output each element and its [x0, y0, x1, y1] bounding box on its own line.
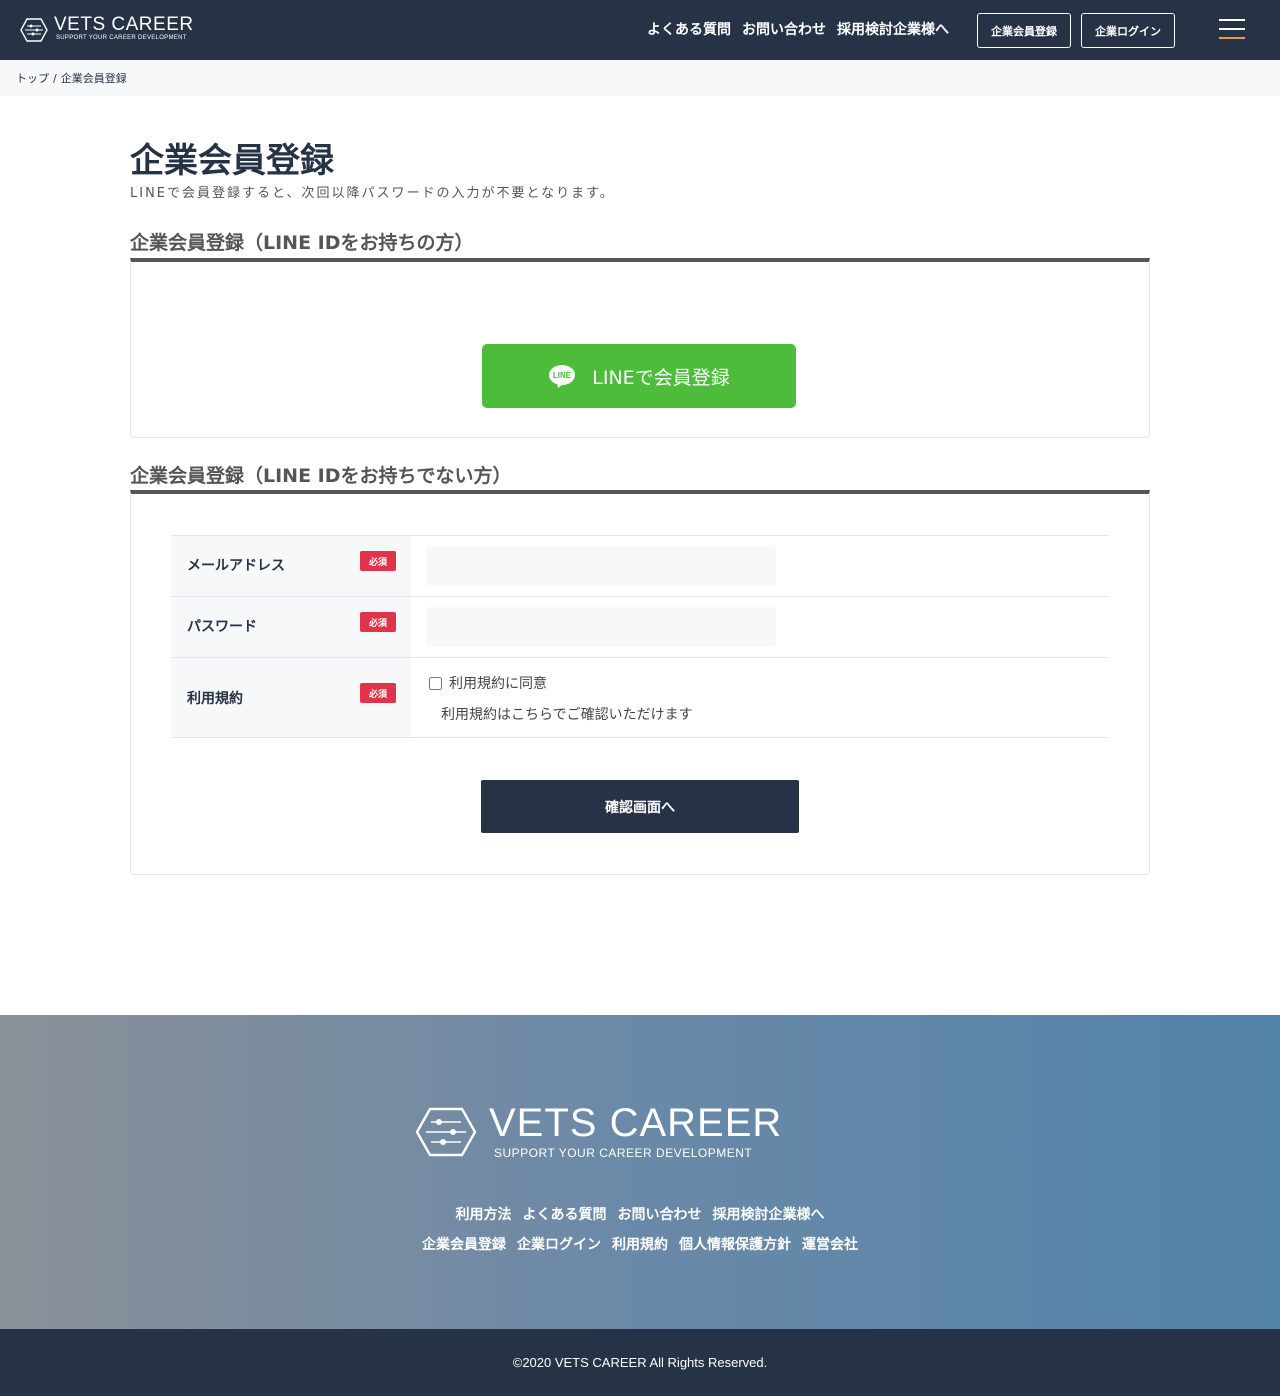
breadcrumb-current: 企業会員登録 — [60, 72, 127, 85]
password-input[interactable] — [426, 607, 776, 647]
hamburger-line — [1219, 37, 1245, 39]
copyright-bar: ©2020 VETS CAREER All Rights Reserved. — [0, 1329, 1280, 1396]
hamburger-line — [1219, 19, 1245, 21]
line-register-panel: LINE LINEで会員登録 — [130, 258, 1150, 438]
form-section-title: 企業会員登録（LINE IDをお持ちでない方） — [130, 465, 512, 487]
breadcrumb-home[interactable]: トップ — [16, 72, 49, 85]
password-label: パスワード — [187, 619, 257, 635]
footer-link-usage[interactable]: 利用方法 — [456, 1204, 512, 1224]
form-row-head: パスワード 必須 — [171, 597, 411, 657]
required-badge: 必須 — [360, 551, 396, 571]
terms-label: 利用規約 — [187, 691, 243, 707]
logo-subtitle: SUPPORT YOUR CAREER DEVELOPMENT — [56, 35, 187, 41]
footer-link-company[interactable]: 運営会社 — [802, 1234, 858, 1254]
hamburger-line — [1219, 28, 1245, 30]
email-label: メールアドレス — [187, 558, 285, 574]
header-logo[interactable]: VETS CAREER SUPPORT YOUR CAREER DEVELOPM… — [20, 14, 220, 44]
nav-for-companies[interactable]: 採用検討企業様へ — [837, 19, 949, 39]
terms-checkbox[interactable] — [429, 676, 442, 690]
page-lead: LINEで会員登録すると、次回以降パスワードの入力が不要となります。 — [130, 186, 615, 201]
logo-hexagon-icon — [20, 18, 48, 42]
page-title: 企業会員登録 — [130, 141, 334, 181]
form-row-email: メールアドレス 必須 — [171, 535, 1109, 596]
form-row-head: メールアドレス 必須 — [171, 536, 411, 596]
footer-link-login[interactable]: 企業ログイン — [517, 1234, 601, 1254]
terms-link[interactable]: 利用規約はこちらでご確認いただけます — [441, 704, 693, 724]
breadcrumb: トップ / 企業会員登録 — [0, 60, 1280, 96]
footer-logo-hexagon-icon — [415, 1107, 477, 1157]
footer-logo[interactable]: VETS CAREER SUPPORT YOUR CAREER DEVELOPM… — [415, 1101, 845, 1165]
footer-logo-title: VETS CAREER — [489, 1101, 783, 1145]
terms-agree[interactable]: 利用規約に同意 — [429, 673, 547, 693]
line-logo-icon: LINE — [548, 364, 576, 388]
footer-link-for-companies[interactable]: 採用検討企業様へ — [713, 1204, 825, 1224]
nav-contact[interactable]: お問い合わせ — [742, 19, 826, 39]
footer-nav-primary: 利用方法 よくある質問 お問い合わせ 採用検討企業様へ — [0, 1204, 1280, 1224]
site-header: VETS CAREER SUPPORT YOUR CAREER DEVELOPM… — [0, 0, 1280, 60]
top-nav: よくある質問 お問い合わせ 採用検討企業様へ — [647, 19, 949, 39]
breadcrumb-separator: / — [53, 72, 57, 85]
line-section-title: 企業会員登録（LINE IDをお持ちの方） — [130, 232, 474, 254]
header-login-button[interactable]: 企業ログイン — [1081, 13, 1175, 48]
copyright-text: ©2020 VETS CAREER All Rights Reserved. — [512, 1355, 768, 1370]
footer-link-contact[interactable]: お問い合わせ — [618, 1204, 702, 1224]
confirm-button[interactable]: 確認画面へ — [481, 780, 799, 833]
logo-title: VETS CAREER — [54, 14, 194, 35]
form-row-terms: 利用規約 必須 利用規約に同意 利用規約はこちらでご確認いただけます — [171, 657, 1109, 738]
footer-link-privacy[interactable]: 個人情報保護方針 — [679, 1234, 791, 1254]
line-register-label: LINEで会員登録 — [592, 366, 730, 389]
line-register-button[interactable]: LINE LINEで会員登録 — [482, 344, 796, 408]
footer-link-faq[interactable]: よくある質問 — [523, 1204, 607, 1224]
footer-nav-secondary: 企業会員登録 企業ログイン 利用規約 個人情報保護方針 運営会社 — [0, 1234, 1280, 1254]
footer-link-terms[interactable]: 利用規約 — [612, 1234, 668, 1254]
site-footer: VETS CAREER SUPPORT YOUR CAREER DEVELOPM… — [0, 1015, 1280, 1329]
required-badge: 必須 — [360, 683, 396, 703]
footer-logo-subtitle: SUPPORT YOUR CAREER DEVELOPMENT — [494, 1146, 753, 1160]
header-register-button[interactable]: 企業会員登録 — [977, 13, 1071, 48]
line-icon-text: LINE — [553, 371, 572, 380]
form-row-password: パスワード 必須 — [171, 596, 1109, 657]
form-row-head: 利用規約 必須 — [171, 658, 411, 737]
email-input[interactable] — [426, 546, 776, 586]
nav-faq[interactable]: よくある質問 — [647, 19, 731, 39]
footer-link-register[interactable]: 企業会員登録 — [422, 1234, 506, 1254]
email-register-panel: メールアドレス 必須 パスワード 必須 利用規約 必須 利用規約に同意 利用規約… — [130, 490, 1150, 875]
required-badge: 必須 — [360, 612, 396, 632]
terms-checkbox-label: 利用規約に同意 — [449, 676, 547, 692]
register-form: メールアドレス 必須 パスワード 必須 利用規約 必須 利用規約に同意 利用規約… — [171, 535, 1109, 738]
hamburger-icon[interactable] — [1219, 19, 1245, 41]
